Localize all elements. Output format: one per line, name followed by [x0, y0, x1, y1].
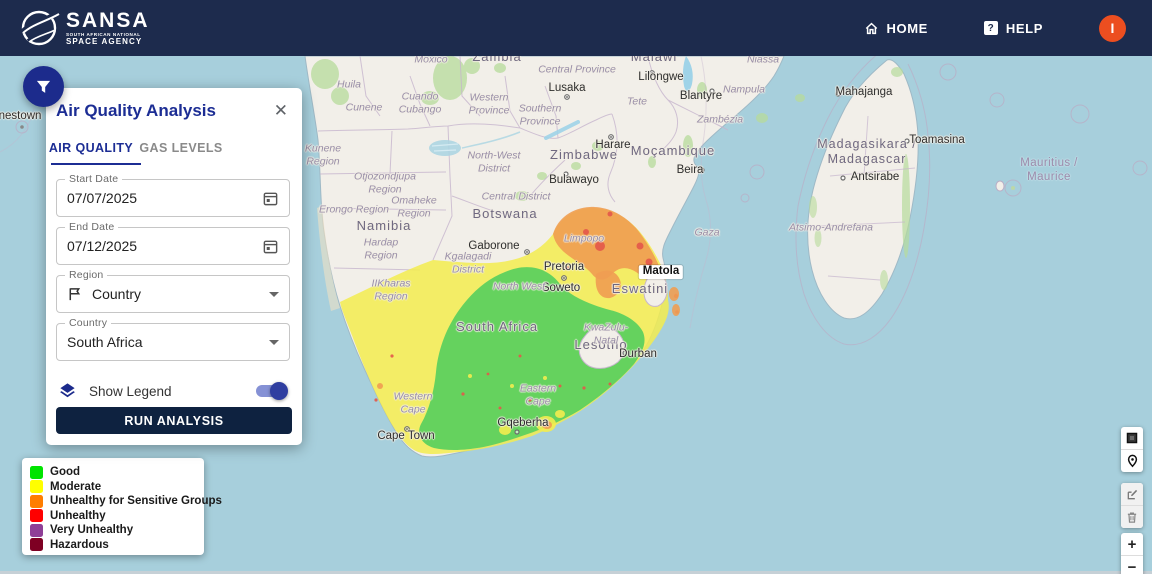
legend-item: Hazardous [30, 538, 204, 553]
nav-help[interactable]: ? HELP [984, 21, 1043, 36]
start-date-label: Start Date [65, 173, 122, 185]
filter-funnel-icon [35, 79, 52, 95]
minus-icon: − [1128, 560, 1137, 574]
nav-help-label: HELP [1006, 21, 1043, 36]
brand-logo: SANSA SOUTH AFRICAN NATIONAL SPACE AGENC… [18, 7, 150, 49]
air-quality-panel: Air Quality Analysis ✕ AIR QUALITY GAS L… [46, 88, 302, 445]
map-tools-group-2 [1121, 483, 1143, 528]
legend-item: Unhealthy for Sensitive Groups [30, 494, 204, 509]
zoom-in-button[interactable]: + [1121, 533, 1143, 555]
end-date-field[interactable]: End Date 07/12/2025 [56, 227, 290, 265]
extent-square-icon [1126, 432, 1138, 444]
trash-icon [1126, 511, 1138, 524]
panel-title: Air Quality Analysis [56, 101, 216, 121]
edit-icon [1126, 488, 1139, 501]
show-legend-toggle[interactable] [254, 381, 288, 401]
toggle-thumb [270, 382, 288, 400]
legend-item: Unhealthy [30, 509, 204, 524]
chevron-down-icon [269, 340, 279, 345]
layers-icon [58, 382, 77, 401]
map-tools-group-1 [1121, 427, 1143, 472]
legend-swatch [30, 466, 43, 479]
chevron-down-icon [269, 292, 279, 297]
legend-swatch [30, 509, 43, 522]
legend-swatch [30, 495, 43, 508]
run-analysis-button[interactable]: RUN ANALYSIS [56, 407, 292, 434]
legend-label: Unhealthy for Sensitive Groups [50, 495, 222, 507]
start-date-value: 07/07/2025 [67, 190, 137, 206]
brand-name: SANSA [66, 10, 150, 31]
start-date-field[interactable]: Start Date 07/07/2025 [56, 179, 290, 217]
nav-home-label: HOME [887, 21, 928, 36]
zoom-controls: + − [1121, 533, 1143, 574]
edit-tool-button[interactable] [1121, 483, 1143, 505]
flag-icon [67, 286, 82, 302]
sansa-logo-icon [18, 7, 60, 49]
legend-item: Moderate [30, 480, 204, 495]
region-value: Country [92, 286, 141, 302]
close-icon[interactable]: ✕ [272, 100, 290, 121]
plus-icon: + [1128, 537, 1137, 552]
location-pin-icon [1126, 454, 1139, 468]
country-select[interactable]: Country South Africa [56, 323, 290, 361]
calendar-icon[interactable] [262, 190, 279, 207]
end-date-label: End Date [65, 221, 118, 233]
country-label: Country [65, 317, 111, 329]
legend-label: Moderate [50, 481, 101, 493]
region-label: Region [65, 269, 107, 281]
tab-air-quality[interactable]: AIR QUALITY [46, 133, 136, 165]
end-date-value: 07/12/2025 [67, 238, 137, 254]
tab-gas-levels[interactable]: GAS LEVELS [136, 133, 226, 165]
legend-swatch [30, 524, 43, 537]
calendar-icon[interactable] [262, 238, 279, 255]
legend-label: Unhealthy [50, 510, 106, 522]
show-legend-label: Show Legend [89, 384, 172, 399]
legend-swatch [30, 480, 43, 493]
legend-item: Very Unhealthy [30, 523, 204, 538]
extent-tool-button[interactable] [1121, 427, 1143, 449]
aqi-legend-card: Good Moderate Unhealthy for Sensitive Gr… [22, 458, 204, 555]
help-icon: ? [984, 21, 998, 35]
location-pin-button[interactable] [1121, 449, 1143, 472]
tab-active-indicator [51, 163, 141, 166]
panel-tabs: AIR QUALITY GAS LEVELS [46, 133, 302, 165]
delete-tool-button[interactable] [1121, 505, 1143, 528]
zoom-out-button[interactable]: − [1121, 555, 1143, 574]
legend-swatch [30, 538, 43, 551]
user-avatar[interactable]: I [1099, 15, 1126, 42]
nav-home[interactable]: HOME [864, 21, 928, 36]
legend-label: Very Unhealthy [50, 524, 133, 536]
legend-label: Good [50, 466, 80, 478]
legend-item: Good [30, 465, 204, 480]
header: SANSA SOUTH AFRICAN NATIONAL SPACE AGENC… [0, 0, 1152, 56]
legend-label: Hazardous [50, 539, 109, 551]
region-select[interactable]: Region Country [56, 275, 290, 313]
filter-fab-button[interactable] [23, 66, 64, 107]
app-screen: Central Province Lusaka Lilongwe Blantyr… [0, 0, 1152, 574]
brand-subtitle-2: SPACE AGENCY [66, 38, 150, 46]
country-value: South Africa [67, 334, 143, 350]
home-icon [864, 21, 879, 36]
